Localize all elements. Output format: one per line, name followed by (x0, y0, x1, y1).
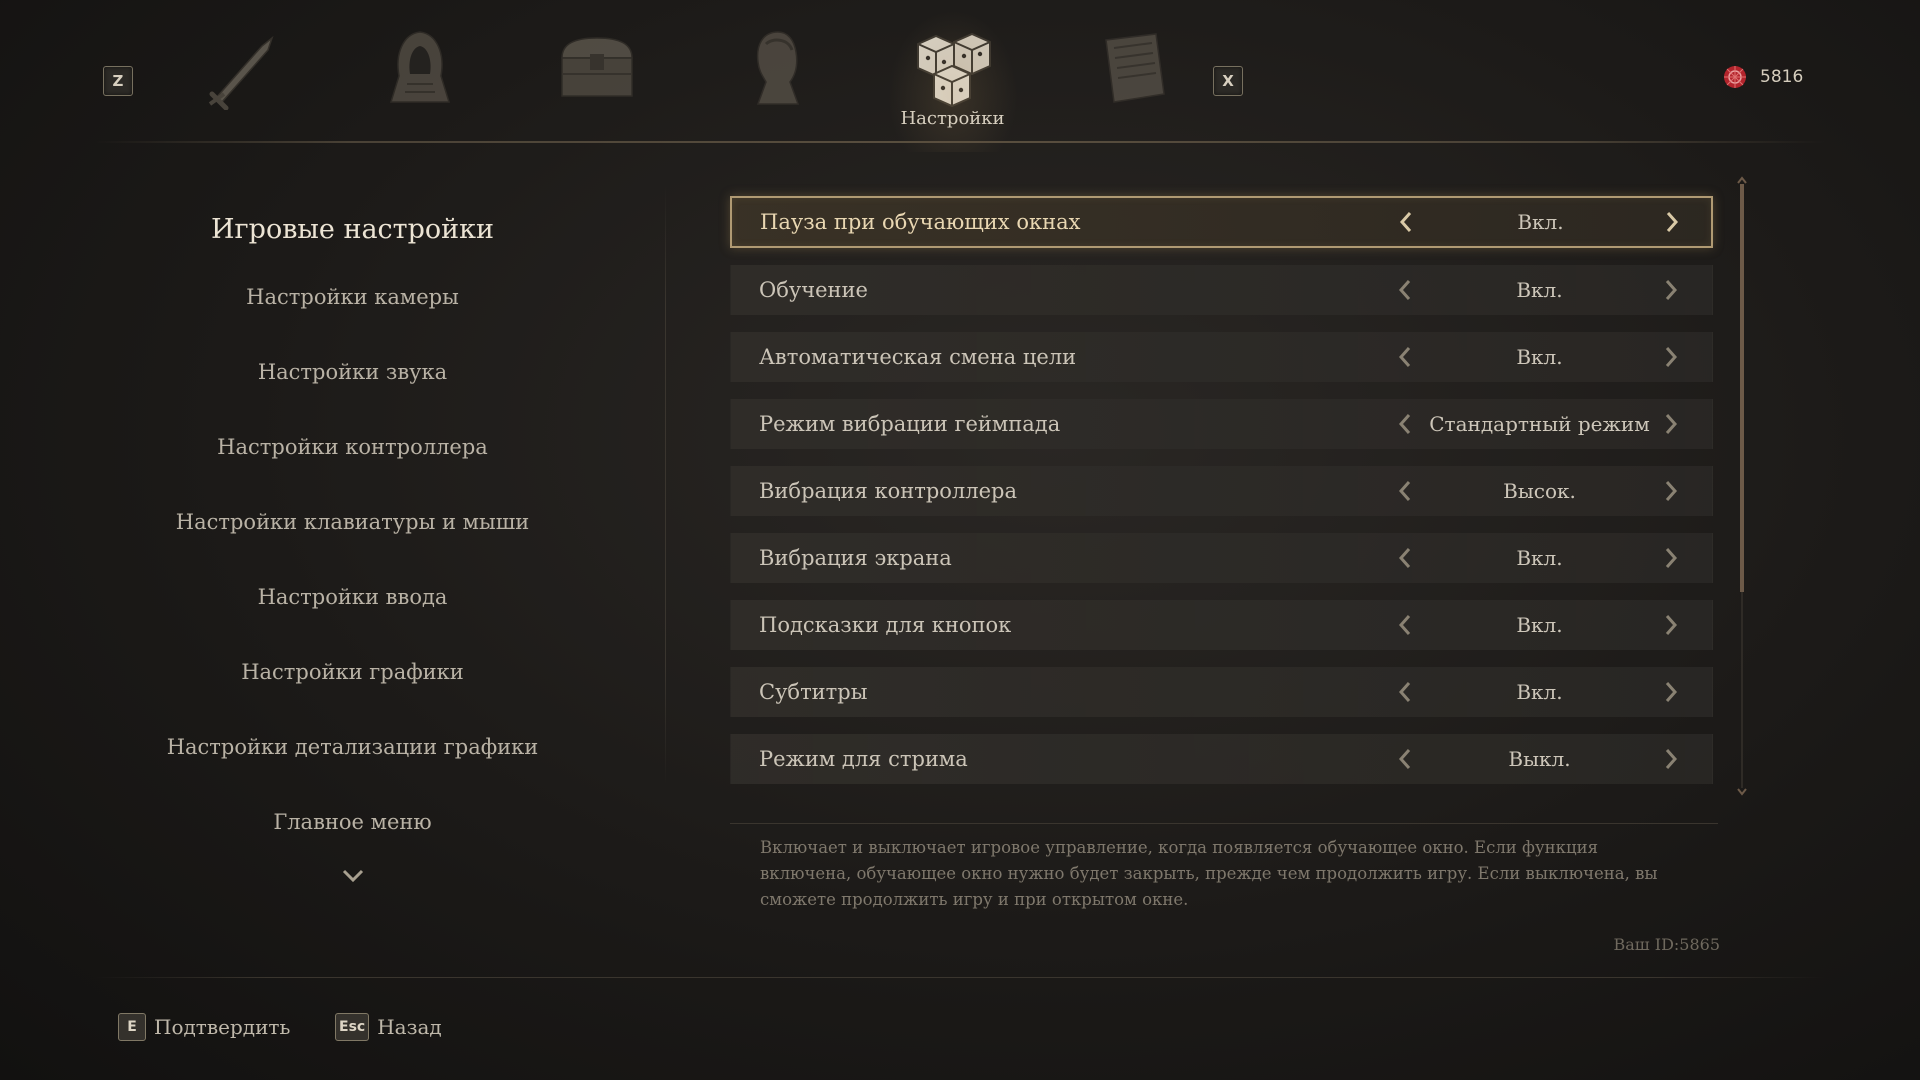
setting-value: Вкл. (1516, 546, 1563, 570)
chevron-right-icon[interactable] (1661, 210, 1683, 234)
chevron-right-icon[interactable] (1660, 546, 1682, 570)
active-tab-label: Настройки (900, 108, 1005, 129)
category-graphics[interactable]: Настройки графики (130, 635, 575, 710)
category-graphics-detail[interactable]: Настройки детализации графики (130, 710, 575, 785)
currency-display: 5816 (1722, 64, 1803, 90)
setting-description: Включает и выключает игровое управление,… (760, 838, 1658, 909)
setting-label: Режим вибрации геймпада (759, 412, 1061, 436)
category-input[interactable]: Настройки ввода (130, 560, 575, 635)
setting-row-tutorial-pause[interactable]: Пауза при обучающих окнах Вкл. (730, 196, 1713, 248)
setting-value: Вкл. (1516, 278, 1563, 302)
setting-value: Вкл. (1516, 345, 1563, 369)
setting-label: Режим для стрима (759, 747, 968, 771)
setting-label: Обучение (759, 278, 868, 302)
back-label: Назад (377, 1015, 442, 1039)
chevron-left-icon[interactable] (1394, 546, 1416, 570)
chevron-left-icon[interactable] (1394, 680, 1416, 704)
setting-row-gamepad-vibration-mode[interactable]: Режим вибрации геймпада Стандартный режи… (730, 399, 1713, 449)
category-main-menu[interactable]: Главное меню (130, 785, 575, 860)
setting-row-stream-mode[interactable]: Режим для стрима Выкл. (730, 734, 1713, 784)
category-game-settings[interactable]: Игровые настройки (130, 200, 575, 260)
treasure-chest-icon (561, 37, 633, 97)
chevron-left-icon[interactable] (1394, 479, 1416, 503)
setting-row-screen-shake[interactable]: Вибрация экрана Вкл. (730, 533, 1713, 583)
journal-book-icon (1105, 33, 1165, 103)
setting-row-tutorial[interactable]: Обучение Вкл. (730, 265, 1713, 315)
setting-value: Вкл. (1516, 680, 1563, 704)
scroll-down-chevron-icon[interactable] (130, 868, 575, 888)
footer-divider (95, 977, 1825, 978)
chevron-left-icon[interactable] (1394, 613, 1416, 637)
setting-value: Высок. (1503, 479, 1576, 503)
chevron-left-icon[interactable] (1394, 278, 1416, 302)
confirm-key[interactable]: E (118, 1013, 146, 1041)
dice-settings-icon (917, 32, 991, 108)
menu-separator (665, 185, 666, 785)
setting-label: Пауза при обучающих окнах (760, 210, 1081, 234)
setting-label: Вибрация экрана (759, 546, 952, 570)
tab-settings[interactable] (888, 10, 1018, 152)
chevron-left-icon[interactable] (1394, 747, 1416, 771)
prev-tab-key[interactable]: Z (103, 66, 133, 96)
category-sound[interactable]: Настройки звука (130, 335, 575, 410)
category-camera[interactable]: Настройки камеры (130, 260, 575, 335)
chevron-right-icon[interactable] (1660, 345, 1682, 369)
chevron-right-icon[interactable] (1660, 613, 1682, 637)
next-tab-key[interactable]: X (1213, 66, 1243, 96)
chevron-right-icon[interactable] (1660, 278, 1682, 302)
currency-amount: 5816 (1760, 67, 1804, 87)
settings-list: Пауза при обучающих окнах Вкл. Обучение … (730, 196, 1713, 801)
tab-character[interactable] (720, 22, 830, 112)
tab-equipment[interactable] (190, 22, 300, 112)
chevron-left-icon[interactable] (1395, 210, 1417, 234)
scroll-thumb[interactable] (1740, 184, 1744, 592)
settings-category-menu: Игровые настройки Настройки камеры Настр… (130, 200, 575, 888)
back-hint[interactable]: Esc Назад (335, 1013, 442, 1041)
setting-value: Вкл. (1516, 613, 1563, 637)
settings-scrollbar[interactable] (1736, 176, 1748, 796)
setting-row-auto-target-switch[interactable]: Автоматическая смена цели Вкл. (730, 332, 1713, 382)
top-divider (95, 141, 1825, 143)
sword-icon (208, 35, 274, 110)
setting-value: Стандартный режим (1429, 412, 1650, 436)
user-id-label: Ваш ID:5865 (1613, 935, 1720, 954)
tab-armor[interactable] (365, 22, 475, 112)
list-divider (730, 823, 1718, 824)
category-controller[interactable]: Настройки контроллера (130, 410, 575, 485)
setting-label: Автоматическая смена цели (759, 345, 1077, 369)
chevron-left-icon[interactable] (1394, 345, 1416, 369)
category-keyboard-mouse[interactable]: Настройки клавиатуры и мыши (130, 485, 575, 560)
chevron-right-icon[interactable] (1660, 412, 1682, 436)
setting-row-controller-vibration[interactable]: Вибрация контроллера Высок. (730, 466, 1713, 516)
tab-inventory[interactable] (542, 22, 652, 112)
confirm-label: Подтвердить (154, 1015, 291, 1039)
setting-value: Вкл. (1517, 210, 1564, 234)
setting-label: Подсказки для кнопок (759, 613, 1012, 637)
back-key[interactable]: Esc (335, 1013, 370, 1041)
chevron-right-icon[interactable] (1660, 479, 1682, 503)
setting-value: Выкл. (1508, 747, 1571, 771)
character-portrait-icon (756, 31, 800, 105)
setting-row-button-hints[interactable]: Подсказки для кнопок Вкл. (730, 600, 1713, 650)
scroll-up-arrow-icon[interactable] (1736, 176, 1748, 184)
setting-row-subtitles[interactable]: Субтитры Вкл. (730, 667, 1713, 717)
hooded-armor-icon (389, 31, 451, 103)
confirm-hint[interactable]: E Подтвердить (118, 1013, 290, 1041)
chevron-right-icon[interactable] (1660, 747, 1682, 771)
top-navigation-bar: Z Настройки X 5816 (0, 0, 1920, 152)
setting-label: Вибрация контроллера (759, 479, 1017, 503)
scroll-down-arrow-icon[interactable] (1736, 788, 1748, 796)
chevron-left-icon[interactable] (1394, 412, 1416, 436)
chevron-right-icon[interactable] (1660, 680, 1682, 704)
soul-currency-icon (1724, 66, 1746, 88)
tab-journal[interactable] (1080, 22, 1190, 112)
setting-label: Субтитры (759, 680, 868, 704)
